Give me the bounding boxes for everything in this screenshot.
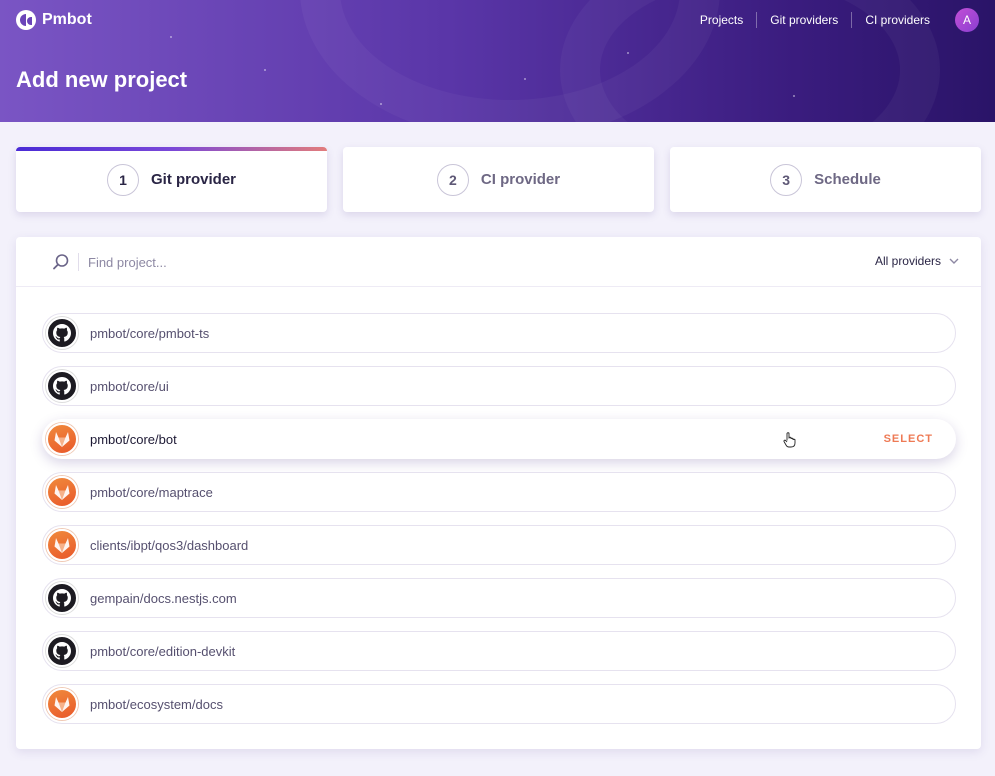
gitlab-icon <box>46 476 78 508</box>
github-icon <box>46 317 78 349</box>
provider-filter-dropdown[interactable]: All providers <box>875 254 959 268</box>
app-header: Pmbot Projects Git providers CI provider… <box>0 0 995 122</box>
star-dot <box>793 95 795 97</box>
repo-item[interactable]: pmbot/core/maptrace <box>42 472 956 512</box>
app-name: Pmbot <box>42 11 92 28</box>
page-title: Add new project <box>16 67 188 92</box>
github-icon <box>46 635 78 667</box>
nav-link-projects[interactable]: Projects <box>687 12 756 28</box>
chevron-down-icon <box>949 258 959 264</box>
star-dot <box>380 103 382 105</box>
repo-item[interactable]: pmbot/core/pmbot-ts <box>42 313 956 353</box>
star-dot <box>170 36 172 38</box>
step-label: CI provider <box>480 171 561 188</box>
star-dot <box>264 69 266 71</box>
step-number: 1 <box>106 163 139 196</box>
nav-link-git-providers[interactable]: Git providers <box>756 12 851 28</box>
repo-item[interactable]: pmbot/core/edition-devkit <box>42 631 956 671</box>
step-number: 2 <box>436 163 469 196</box>
step-ci-provider[interactable]: 2 CI provider <box>343 147 654 212</box>
repo-item[interactable]: gempain/docs.nestjs.com <box>42 578 956 618</box>
repo-name: pmbot/core/bot <box>90 431 177 447</box>
provider-filter-label: All providers <box>874 254 941 268</box>
repo-name: pmbot/core/edition-devkit <box>90 643 236 659</box>
repo-name: pmbot/core/maptrace <box>90 484 213 500</box>
step-label: Git provider <box>150 171 236 188</box>
hand-pointer-cursor-icon <box>783 432 796 448</box>
repo-name: pmbot/core/pmbot-ts <box>90 325 210 341</box>
star-dot <box>524 78 526 80</box>
select-button[interactable]: SELECT <box>884 433 933 445</box>
step-number: 3 <box>770 163 803 196</box>
github-icon <box>46 370 78 402</box>
repo-item-hovered[interactable]: pmbot/core/bot SELECT <box>42 419 956 459</box>
repo-item[interactable]: pmbot/ecosystem/docs <box>42 684 956 724</box>
repo-name: clients/ibpt/qos3/dashboard <box>90 537 249 553</box>
search-divider <box>78 253 79 271</box>
repo-item[interactable]: pmbot/core/ui <box>42 366 956 406</box>
gitlab-icon <box>46 529 78 561</box>
search-input[interactable] <box>88 251 588 273</box>
user-avatar[interactable]: A <box>955 8 979 32</box>
repo-name: pmbot/ecosystem/docs <box>90 696 223 712</box>
step-schedule[interactable]: 3 Schedule <box>670 147 981 212</box>
pmbot-logo-icon <box>16 10 36 30</box>
star-dot <box>627 52 629 54</box>
search-bar: All providers <box>16 237 981 287</box>
project-list-panel: All providers pmbot/core/pmbot-ts pmbot/… <box>16 237 981 749</box>
app-logo[interactable]: Pmbot <box>16 10 92 30</box>
repo-name: gempain/docs.nestjs.com <box>90 590 237 606</box>
step-git-provider[interactable]: 1 Git provider <box>16 147 327 212</box>
nav-link-ci-providers[interactable]: CI providers <box>851 12 943 28</box>
gitlab-icon <box>46 688 78 720</box>
step-label: Schedule <box>814 171 881 188</box>
repo-name: pmbot/core/ui <box>90 378 169 394</box>
repo-item[interactable]: clients/ibpt/qos3/dashboard <box>42 525 956 565</box>
top-nav: Projects Git providers CI providers A <box>687 7 979 33</box>
gitlab-icon <box>46 423 78 455</box>
search-icon <box>53 254 69 270</box>
github-icon <box>46 582 78 614</box>
